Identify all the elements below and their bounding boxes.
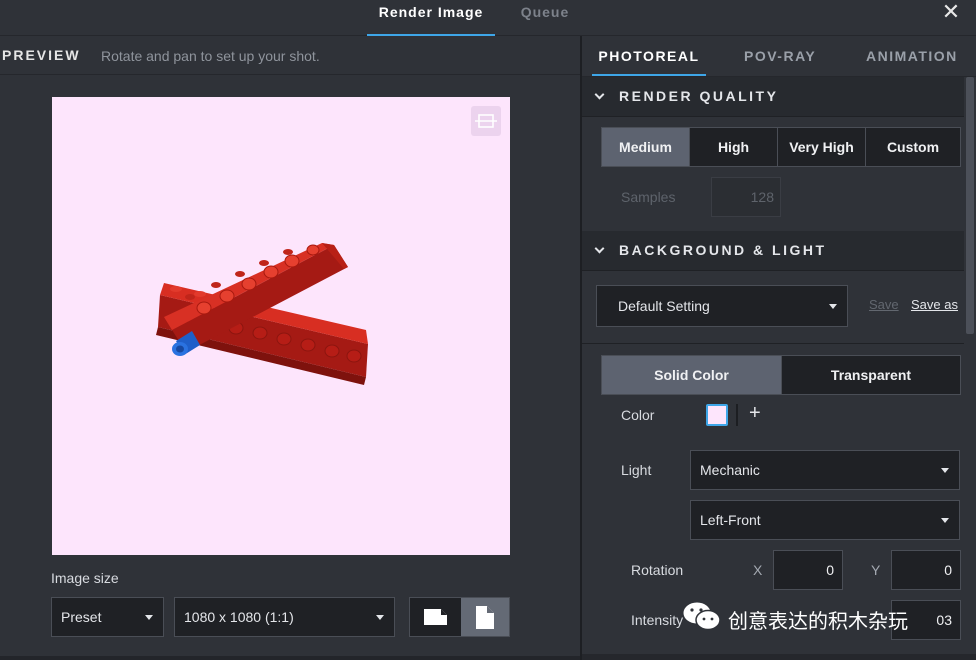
- color-swatch[interactable]: [706, 404, 728, 426]
- transparent-button[interactable]: Transparent: [782, 356, 960, 394]
- preview-hint: Rotate and pan to set up your shot.: [101, 48, 320, 64]
- save-as-link[interactable]: Save as: [911, 297, 958, 312]
- samples-label: Samples: [621, 189, 676, 205]
- quality-medium-button[interactable]: Medium: [602, 128, 690, 166]
- save-link[interactable]: Save: [869, 297, 899, 312]
- left-footer-bar: [0, 656, 580, 660]
- lego-model: [156, 243, 368, 385]
- chevron-down-icon: [376, 615, 384, 620]
- light-direction-dropdown[interactable]: Left-Front: [690, 500, 960, 540]
- quality-custom-button[interactable]: Custom: [866, 128, 960, 166]
- watermark-text: 创意表达的积木杂玩: [728, 609, 908, 633]
- settings-scrollbar[interactable]: [966, 77, 974, 334]
- background-fill-selector: Solid Color Transparent: [601, 355, 961, 395]
- landscape-page-icon: [424, 609, 447, 625]
- rotation-y-input[interactable]: 0: [891, 550, 961, 590]
- quality-high-button[interactable]: High: [690, 128, 778, 166]
- color-separator: [736, 404, 738, 426]
- solid-color-button[interactable]: Solid Color: [602, 356, 782, 394]
- image-size-preset-dropdown[interactable]: Preset: [51, 597, 164, 637]
- color-label: Color: [621, 407, 655, 423]
- section-title: BACKGROUND & LIGHT: [619, 242, 827, 258]
- intensity-label: Intensity: [631, 612, 684, 628]
- tab-animation[interactable]: ANIMATION: [866, 36, 958, 76]
- quality-very-high-button[interactable]: Very High: [778, 128, 866, 166]
- add-color-icon[interactable]: +: [749, 402, 761, 425]
- chevron-down-icon: [594, 89, 605, 100]
- image-size-label: Image size: [51, 570, 119, 586]
- rotation-x-input[interactable]: 0: [773, 550, 843, 590]
- render-quality-selector: Medium High Very High Custom: [601, 127, 961, 167]
- preset-value: Preset: [61, 609, 102, 625]
- light-type-value: Mechanic: [700, 462, 760, 478]
- tab-render-image[interactable]: Render Image: [367, 0, 495, 36]
- rotation-label: Rotation: [631, 562, 684, 578]
- resolution-dropdown[interactable]: 1080 x 1080 (1:1): [174, 597, 395, 637]
- landscape-orientation-button[interactable]: [410, 598, 460, 636]
- background-preset-value: Default Setting: [618, 298, 710, 314]
- chevron-down-icon: [594, 243, 605, 254]
- portrait-page-icon: [476, 606, 494, 629]
- section-divider: [582, 343, 964, 344]
- frame-toggle-icon[interactable]: [471, 106, 501, 136]
- chevron-down-icon: [145, 615, 153, 620]
- light-direction-value: Left-Front: [700, 512, 761, 528]
- resolution-value: 1080 x 1080 (1:1): [184, 609, 294, 625]
- tab-queue[interactable]: Queue: [505, 0, 585, 36]
- chevron-down-icon: [941, 518, 949, 523]
- rotation-y-label: Y: [871, 562, 881, 578]
- light-label: Light: [621, 462, 652, 478]
- close-icon[interactable]: ✕: [936, 0, 966, 24]
- light-type-dropdown[interactable]: Mechanic: [690, 450, 960, 490]
- render-quality-section-header[interactable]: RENDER QUALITY: [582, 77, 964, 117]
- portrait-orientation-button[interactable]: [461, 598, 509, 636]
- preview-title: PREVIEW: [2, 47, 81, 63]
- chevron-down-icon: [941, 468, 949, 473]
- background-light-section-header[interactable]: BACKGROUND & LIGHT: [582, 231, 964, 271]
- chevron-down-icon: [829, 304, 837, 309]
- render-preview-canvas[interactable]: [52, 97, 510, 555]
- wechat-icon: [680, 598, 724, 634]
- rotation-x-label: X: [753, 562, 763, 578]
- section-title: RENDER QUALITY: [619, 88, 779, 104]
- tab-photoreal[interactable]: PHOTOREAL: [592, 36, 706, 76]
- background-preset-dropdown[interactable]: Default Setting: [596, 285, 848, 327]
- samples-input: 128: [711, 177, 781, 217]
- right-footer-bar: [582, 654, 976, 660]
- tab-pov-ray[interactable]: POV-RAY: [744, 36, 816, 76]
